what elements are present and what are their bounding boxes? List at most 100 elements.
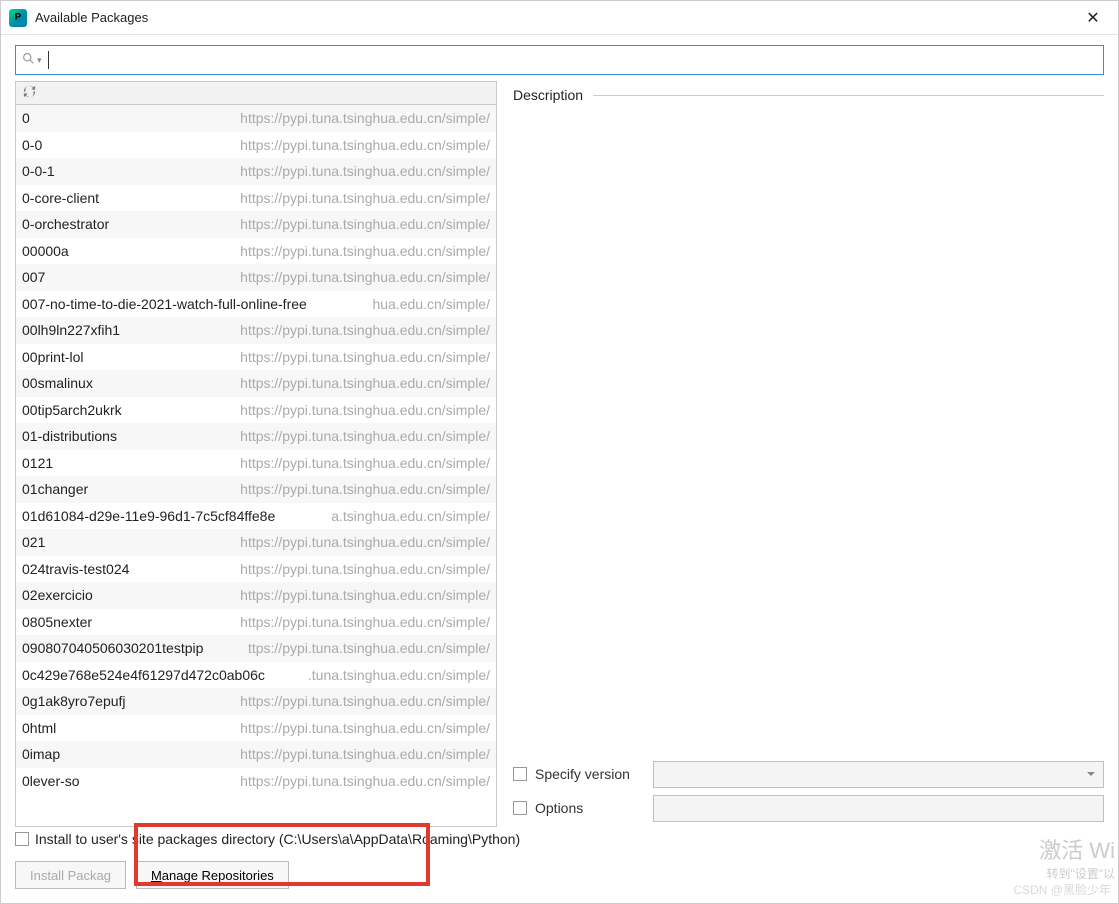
chevron-down-icon[interactable]: ▾: [37, 55, 42, 66]
package-row[interactable]: 0lever-so https://pypi.tuna.tsinghua.edu.…: [16, 768, 496, 795]
specify-version-label: Specify version: [535, 766, 645, 782]
search-input[interactable]: ▾: [15, 45, 1104, 75]
install-user-checkbox[interactable]: [15, 832, 29, 846]
package-row[interactable]: 0html https://pypi.tuna.tsinghua.edu.cn/s…: [16, 715, 496, 742]
package-source: https://pypi.tuna.tsinghua.edu.cn/simple…: [117, 216, 490, 232]
package-source: https://pypi.tuna.tsinghua.edu.cn/simple…: [64, 720, 490, 736]
package-name: 00000a: [22, 243, 69, 259]
refresh-icon[interactable]: [22, 84, 37, 102]
csdn-watermark: CSDN @黑脸少年: [1013, 881, 1111, 898]
options-field[interactable]: [653, 795, 1104, 822]
package-source: ttps://pypi.tuna.tsinghua.edu.cn/simple/: [211, 640, 490, 656]
package-name: 00tip5arch2ukrk: [22, 402, 122, 418]
package-name: 024travis-test024: [22, 561, 129, 577]
package-source: https://pypi.tuna.tsinghua.edu.cn/simple…: [91, 349, 490, 365]
package-source: a.tsinghua.edu.cn/simple/: [283, 508, 490, 524]
package-row[interactable]: 0imap https://pypi.tuna.tsinghua.edu.cn/s…: [16, 741, 496, 768]
package-name: 0-0-1: [22, 163, 55, 179]
package-name: 0-0: [22, 137, 42, 153]
package-name: 0121: [22, 455, 53, 471]
package-source: https://pypi.tuna.tsinghua.edu.cn/simple…: [61, 455, 490, 471]
package-name: 0805nexter: [22, 614, 92, 630]
options-label: Options: [535, 800, 645, 816]
package-row[interactable]: 00smalinux https://pypi.tuna.tsinghua.edu…: [16, 370, 496, 397]
package-source: https://pypi.tuna.tsinghua.edu.cn/simple…: [130, 402, 490, 418]
package-name: 01changer: [22, 481, 88, 497]
package-row[interactable]: 0c429e768e524e4f61297d472c0ab06c .tuna.ts…: [16, 662, 496, 689]
package-name: 02exercicio: [22, 587, 93, 603]
window-title: Available Packages: [35, 10, 148, 25]
package-name: 090807040506030201testpip: [22, 640, 203, 656]
package-name: 007-no-time-to-die-2021-watch-full-onlin…: [22, 296, 307, 312]
package-row[interactable]: 0 https://pypi.tuna.tsinghua.edu.cn/simpl…: [16, 105, 496, 132]
options-checkbox[interactable]: [513, 801, 527, 815]
package-source: hua.edu.cn/simple/: [315, 296, 490, 312]
package-source: https://pypi.tuna.tsinghua.edu.cn/simple…: [50, 137, 490, 153]
manage-repositories-button[interactable]: Manage Repositories: [136, 861, 289, 889]
package-row[interactable]: 0-0 https://pypi.tuna.tsinghua.edu.cn/sim…: [16, 132, 496, 159]
package-row[interactable]: 090807040506030201testpip ttps://pypi.tun…: [16, 635, 496, 662]
package-row[interactable]: 01-distributionshttps://pypi.tuna.tsingh…: [16, 423, 496, 450]
list-toolbar: [15, 81, 497, 105]
package-row[interactable]: 0-core-client https://pypi.tuna.tsinghua.…: [16, 185, 496, 212]
package-source: https://pypi.tuna.tsinghua.edu.cn/simple…: [88, 773, 490, 789]
package-row[interactable]: 01changer https://pypi.tuna.tsinghua.edu.…: [16, 476, 496, 503]
package-source: https://pypi.tuna.tsinghua.edu.cn/simple…: [53, 269, 490, 285]
package-source: https://pypi.tuna.tsinghua.edu.cn/simple…: [134, 693, 490, 709]
package-row[interactable]: 007https://pypi.tuna.tsinghua.edu.cn/sim…: [16, 264, 496, 291]
package-row[interactable]: 00print-lolhttps://pypi.tuna.tsinghua.ed…: [16, 344, 496, 371]
package-source: https://pypi.tuna.tsinghua.edu.cn/simple…: [101, 587, 490, 603]
package-row[interactable]: 0g1ak8yro7epufj https://pypi.tuna.tsinghu…: [16, 688, 496, 715]
description-body: [513, 103, 1104, 759]
package-row[interactable]: 0805nexter https://pypi.tuna.tsinghua.edu…: [16, 609, 496, 636]
package-source: https://pypi.tuna.tsinghua.edu.cn/simple…: [38, 110, 490, 126]
package-row[interactable]: 00tip5arch2ukrk https://pypi.tuna.tsinghu…: [16, 397, 496, 424]
package-source: https://pypi.tuna.tsinghua.edu.cn/simple…: [68, 746, 490, 762]
package-name: 0g1ak8yro7epufj: [22, 693, 126, 709]
package-source: https://pypi.tuna.tsinghua.edu.cn/simple…: [53, 534, 490, 550]
package-name: 0lever-so: [22, 773, 80, 789]
package-row[interactable]: 0121 https://pypi.tuna.tsinghua.edu.cn/si…: [16, 450, 496, 477]
package-source: https://pypi.tuna.tsinghua.edu.cn/simple…: [77, 243, 490, 259]
windows-activation-watermark: 激活 Wi 转到"设置"以: [1039, 833, 1115, 882]
install-user-label: Install to user's site packages director…: [35, 831, 520, 847]
package-name: 0html: [22, 720, 56, 736]
app-icon: P: [9, 9, 27, 27]
package-name: 0: [22, 110, 30, 126]
package-row[interactable]: 024travis-test024https://pypi.tuna.tsing…: [16, 556, 496, 583]
package-row[interactable]: 02exercicio https://pypi.tuna.tsinghua.ed…: [16, 582, 496, 609]
package-source: https://pypi.tuna.tsinghua.edu.cn/simple…: [107, 190, 490, 206]
package-name: 00lh9ln227xfih1: [22, 322, 120, 338]
package-name: 01d61084-d29e-11e9-96d1-7c5cf84ffe8e: [22, 508, 275, 524]
package-row[interactable]: 021 https://pypi.tuna.tsinghua.edu.cn/sim…: [16, 529, 496, 556]
title-bar: P Available Packages ✕: [1, 1, 1118, 35]
specify-version-checkbox[interactable]: [513, 767, 527, 781]
specify-version-select[interactable]: [653, 761, 1104, 788]
package-name: 0-core-client: [22, 190, 99, 206]
package-source: https://pypi.tuna.tsinghua.edu.cn/simple…: [96, 481, 490, 497]
package-row[interactable]: 0-0-1 https://pypi.tuna.tsinghua.edu.cn/s…: [16, 158, 496, 185]
package-row[interactable]: 00lh9ln227xfih1 https://pypi.tuna.tsinghu…: [16, 317, 496, 344]
package-name: 00smalinux: [22, 375, 93, 391]
close-button[interactable]: ✕: [1078, 8, 1108, 28]
package-row[interactable]: 0-orchestrator https://pypi.tuna.tsinghua…: [16, 211, 496, 238]
package-source: https://pypi.tuna.tsinghua.edu.cn/simple…: [63, 163, 490, 179]
package-row[interactable]: 00000a https://pypi.tuna.tsinghua.edu.cn/…: [16, 238, 496, 265]
package-source: https://pypi.tuna.tsinghua.edu.cn/simple…: [101, 375, 490, 391]
package-name: 021: [22, 534, 45, 550]
package-name: 0-orchestrator: [22, 216, 109, 232]
divider: [593, 95, 1104, 96]
package-source: https://pypi.tuna.tsinghua.edu.cn/simple…: [100, 614, 490, 630]
package-row[interactable]: 007-no-time-to-die-2021-watch-full-onlin…: [16, 291, 496, 318]
package-row[interactable]: 01d61084-d29e-11e9-96d1-7c5cf84ffe8e a.ts…: [16, 503, 496, 530]
package-name: 01-distributions: [22, 428, 117, 444]
package-name: 0imap: [22, 746, 60, 762]
search-field[interactable]: [49, 46, 1097, 74]
install-package-button: Install Packag: [15, 861, 126, 889]
package-list[interactable]: 0 https://pypi.tuna.tsinghua.edu.cn/simpl…: [15, 105, 497, 827]
package-source: https://pypi.tuna.tsinghua.edu.cn/simple…: [128, 322, 490, 338]
description-label: Description: [513, 87, 583, 103]
package-source: .tuna.tsinghua.edu.cn/simple/: [273, 667, 490, 683]
package-name: 0c429e768e524e4f61297d472c0ab06c: [22, 667, 265, 683]
search-icon: [22, 52, 35, 68]
